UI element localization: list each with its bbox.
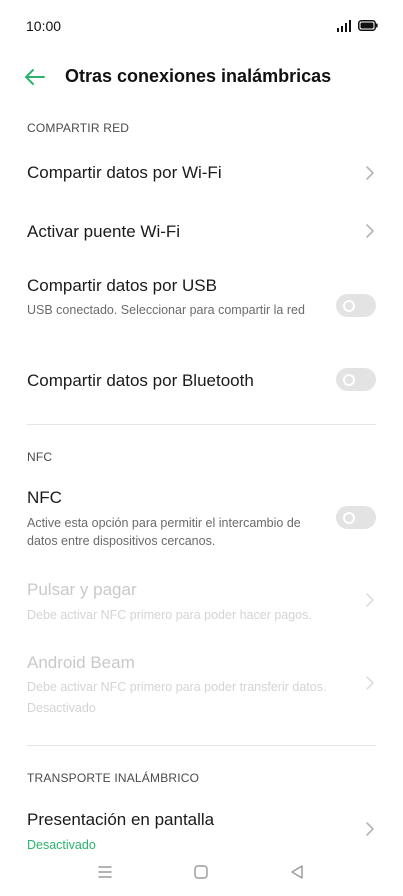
tap-and-pay-label: Pulsar y pagar xyxy=(27,580,137,599)
android-beam-row: Android Beam Debe activar NFC primero pa… xyxy=(0,642,403,722)
toggle-knob xyxy=(343,300,355,312)
nfc-label: NFC xyxy=(27,488,62,507)
navigation-bar xyxy=(0,852,403,896)
screen-cast-status: Desactivado xyxy=(27,838,96,850)
usb-tethering-subtitle: USB conectado. Seleccionar para comparti… xyxy=(27,303,305,317)
screen-cast-label: Presentación en pantalla xyxy=(27,810,215,829)
section-header-wireless-transport: TRANSPORTE INALÁMBRICO xyxy=(27,771,200,785)
toggle-knob xyxy=(343,512,355,524)
bluetooth-tethering-toggle[interactable] xyxy=(336,368,376,391)
app-bar: Otras conexiones inalámbricas xyxy=(0,52,403,102)
android-beam-label: Android Beam xyxy=(27,653,135,672)
chevron-right-icon xyxy=(366,593,374,607)
back-button[interactable] xyxy=(18,62,50,92)
chevron-right-icon xyxy=(366,676,374,690)
back-triangle-icon[interactable] xyxy=(287,862,307,882)
status-time: 10:00 xyxy=(26,18,62,34)
bluetooth-tethering-label: Compartir datos por Bluetooth xyxy=(27,371,254,390)
page-title: Otras conexiones inalámbricas xyxy=(65,66,332,86)
status-bar: 10:00 xyxy=(0,0,403,52)
wifi-bridge-row[interactable]: Activar puente Wi-Fi xyxy=(0,203,403,259)
section-header-tethering: COMPARTIR RED xyxy=(27,121,130,135)
wifi-hotspot-label: Compartir datos por Wi-Fi xyxy=(27,163,222,182)
wifi-bridge-label: Activar puente Wi-Fi xyxy=(27,222,181,241)
menu-icon[interactable] xyxy=(95,862,115,882)
chevron-right-icon xyxy=(366,166,374,180)
nfc-toggle[interactable] xyxy=(336,506,376,529)
wifi-hotspot-row[interactable]: Compartir datos por Wi-Fi xyxy=(0,145,403,201)
chevron-right-icon xyxy=(366,224,374,238)
tap-and-pay-row: Pulsar y pagar Debe activar NFC primero … xyxy=(0,570,403,630)
bluetooth-tethering-row[interactable]: Compartir datos por Bluetooth xyxy=(0,352,403,408)
back-arrow-icon xyxy=(25,69,45,85)
usb-tethering-row[interactable]: Compartir datos por USB USB conectado. S… xyxy=(0,262,403,344)
tap-and-pay-subtitle: Debe activar NFC primero para poder hace… xyxy=(27,608,312,622)
screen-cast-row[interactable]: Presentación en pantalla Desactivado xyxy=(0,798,403,850)
home-icon[interactable] xyxy=(191,862,211,882)
battery-icon xyxy=(358,20,378,31)
nfc-row[interactable]: NFC Active esta opción para permitir el … xyxy=(0,476,403,556)
toggle-knob xyxy=(343,374,355,386)
nfc-subtitle: Active esta opción para permitir el inte… xyxy=(27,516,301,548)
divider xyxy=(27,745,376,746)
section-header-nfc: NFC xyxy=(27,450,53,464)
android-beam-status: Desactivado xyxy=(27,701,96,715)
divider xyxy=(27,424,376,425)
android-beam-subtitle: Debe activar NFC primero para poder tran… xyxy=(27,680,327,694)
usb-tethering-toggle[interactable] xyxy=(336,294,376,317)
usb-tethering-label: Compartir datos por USB xyxy=(27,276,217,295)
chevron-right-icon xyxy=(366,822,374,836)
signal-icon xyxy=(337,20,351,32)
